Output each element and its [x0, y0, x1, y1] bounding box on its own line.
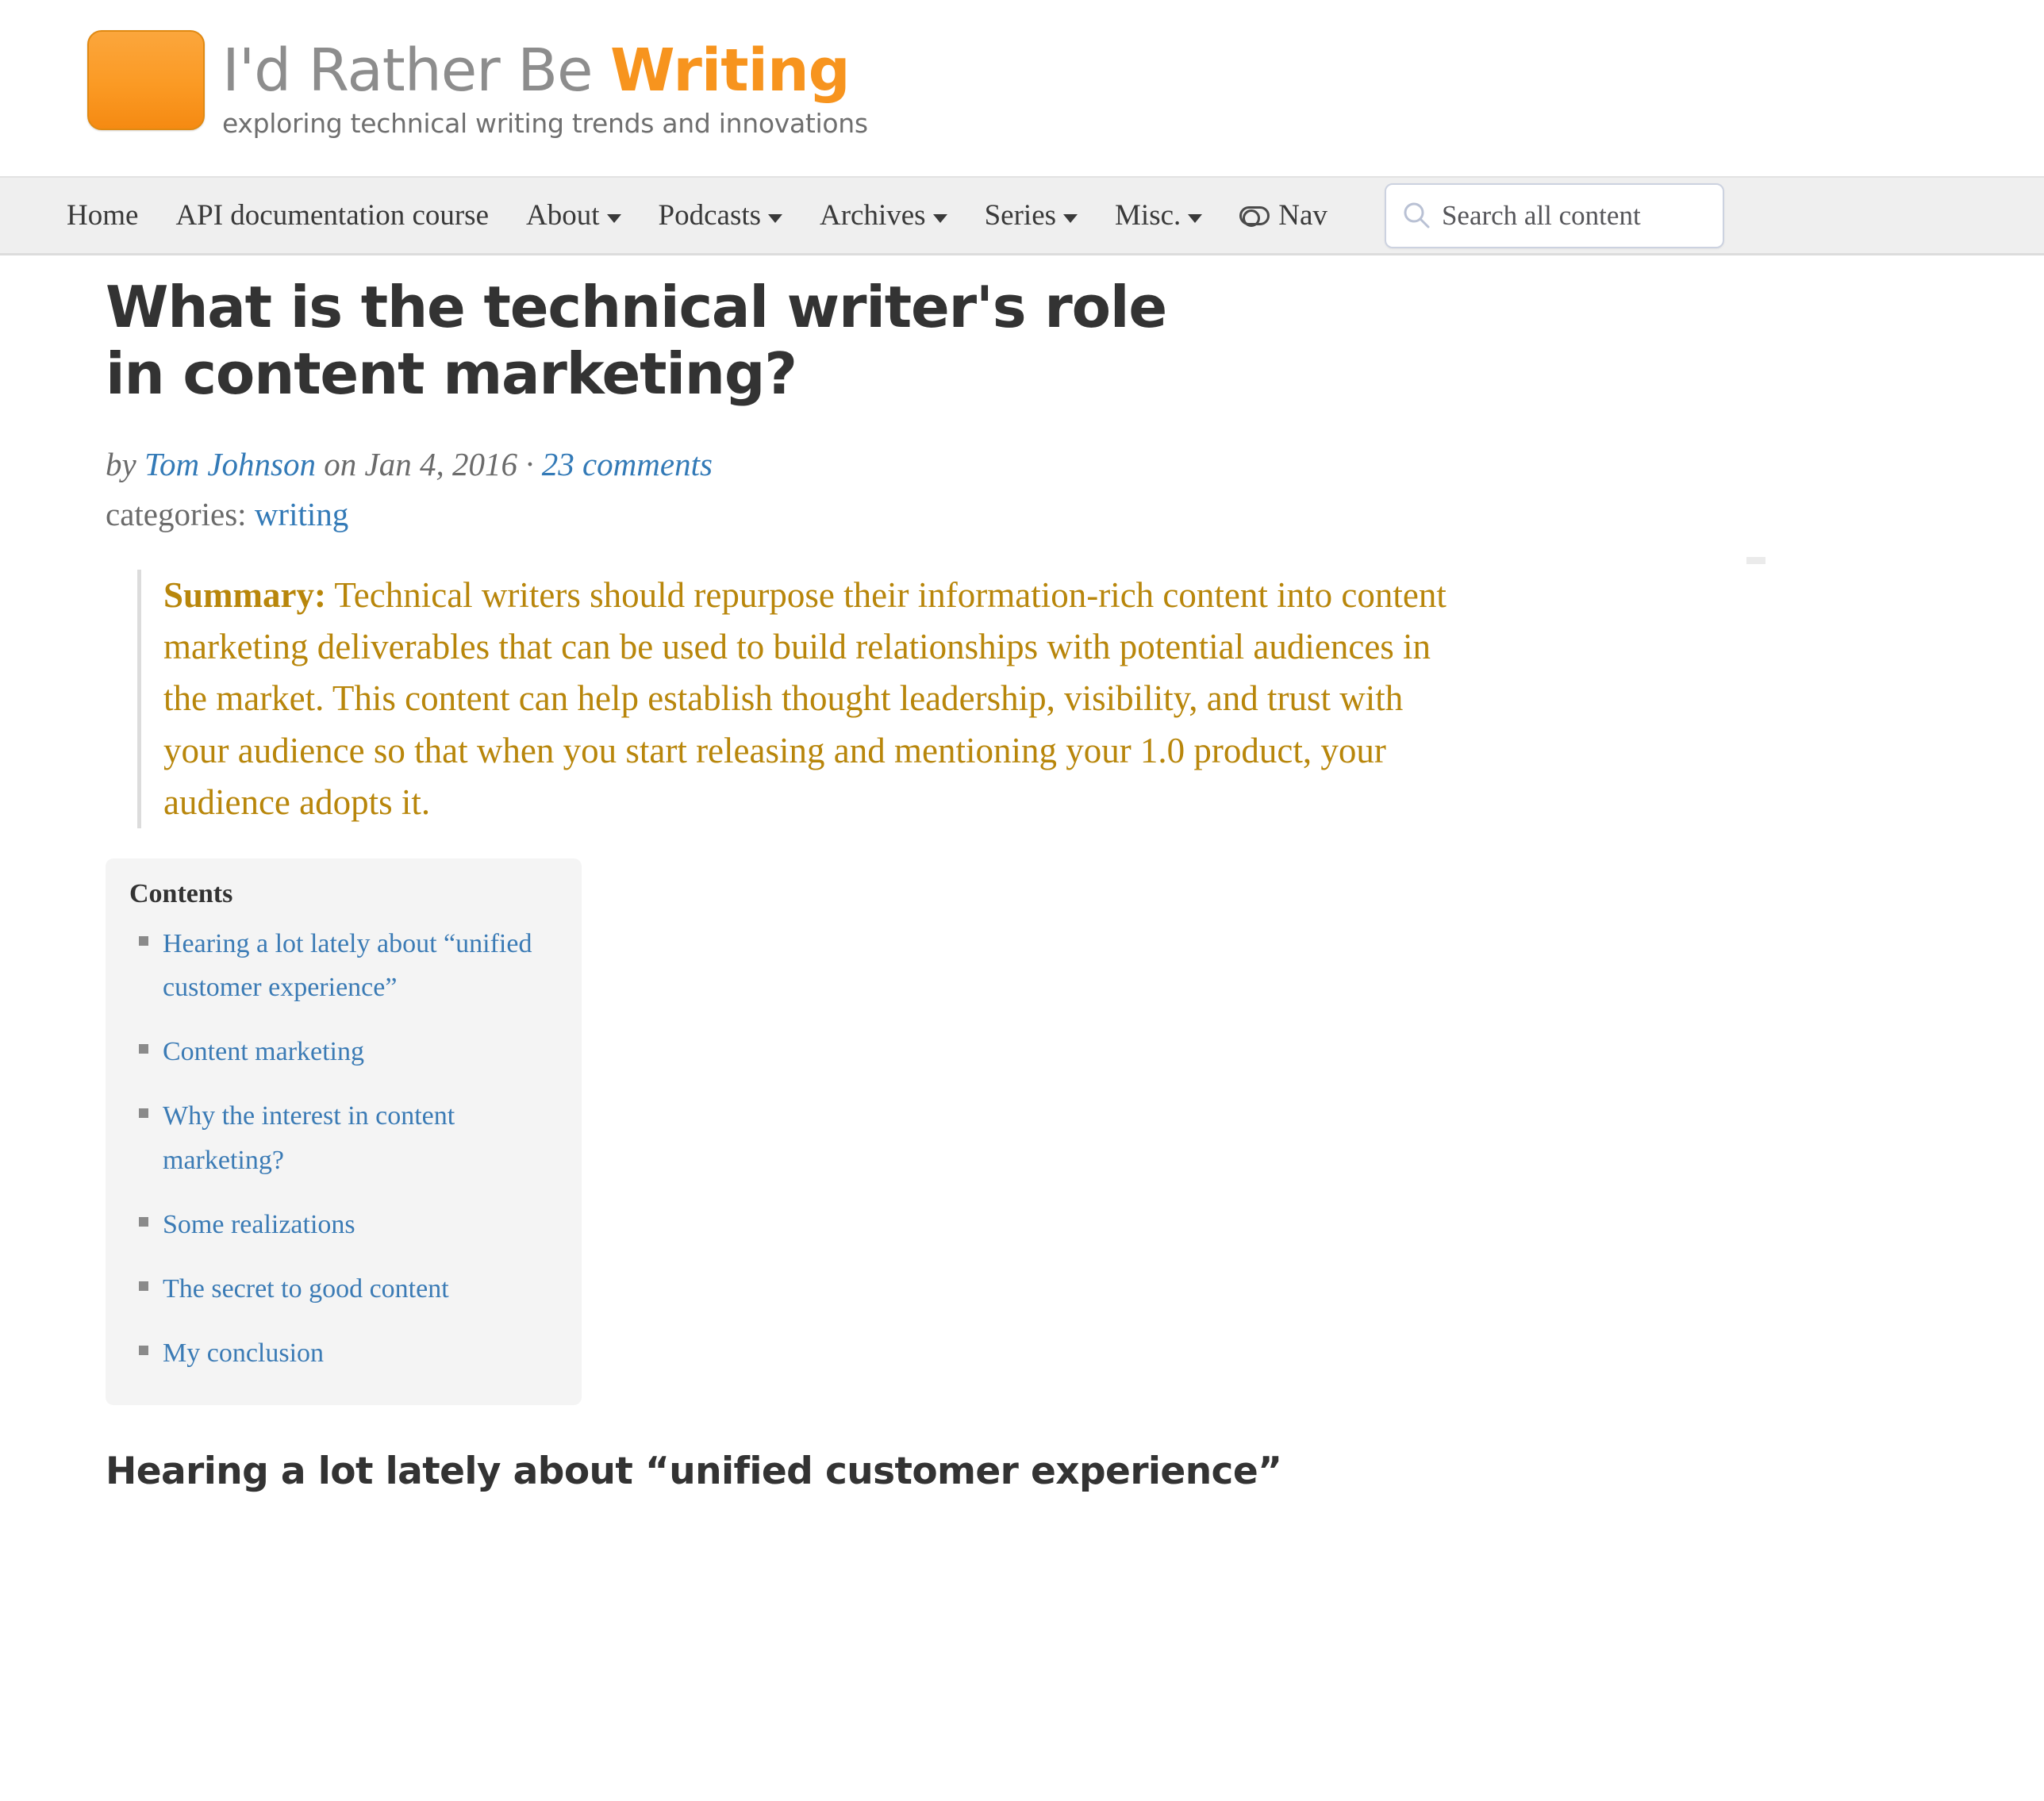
nav-item-about[interactable]: About: [526, 198, 621, 232]
toc-link[interactable]: Why the interest in content marketing?: [163, 1101, 455, 1174]
logo-mark-icon: [87, 30, 205, 130]
list-item: Some realizations: [129, 1203, 558, 1246]
chevron-down-icon: [768, 214, 783, 223]
list-item: Hearing a lot lately about “unified cust…: [129, 922, 558, 1009]
post-categories: categories: writing: [106, 493, 2044, 535]
search-input[interactable]: [1441, 199, 1708, 232]
bullet-icon: [139, 1044, 148, 1054]
nav-item-home[interactable]: Home: [67, 198, 138, 232]
list-item: Why the interest in content marketing?: [129, 1094, 558, 1181]
site-header: I'd Rather Be Writing exploring technica…: [0, 0, 2044, 176]
author-link[interactable]: Tom Johnson: [144, 446, 316, 482]
categories-label: categories:: [106, 495, 255, 532]
chevron-down-icon: [1063, 214, 1078, 223]
list-item: Content marketing: [129, 1030, 558, 1073]
sidebar-toggle-icon: [1239, 205, 1270, 227]
nav-toggle-label: Nav: [1278, 199, 1327, 232]
nav-item-label: API documentation course: [175, 199, 490, 232]
toc-link[interactable]: Hearing a lot lately about “unified cust…: [163, 929, 532, 1002]
search-box[interactable]: [1384, 182, 1724, 248]
toc-link[interactable]: Content marketing: [163, 1037, 364, 1066]
toc-link[interactable]: The secret to good content: [163, 1274, 449, 1304]
chevron-down-icon: [1188, 214, 1203, 223]
nav-item-label: Series: [984, 199, 1057, 232]
site-logo[interactable]: I'd Rather Be Writing exploring technica…: [87, 30, 868, 139]
sidebar-placeholder: [1746, 557, 1765, 564]
search-icon: [1404, 202, 1430, 228]
byline-prefix: by: [106, 446, 144, 483]
byline-date: on Jan 4, 2016 ·: [316, 446, 542, 483]
nav-item-label: Misc.: [1115, 199, 1181, 232]
list-item: The secret to good content: [129, 1267, 558, 1311]
bullet-icon: [139, 1216, 148, 1227]
nav-item-label: About: [526, 199, 600, 232]
summary-text: Summary: Technical writers should repurp…: [163, 570, 1470, 828]
summary-blockquote: Summary: Technical writers should repurp…: [137, 569, 1470, 829]
logo-title-orange: Writing: [610, 36, 851, 105]
logo-title-gray: I'd Rather Be: [222, 36, 611, 105]
nav-item-podcasts[interactable]: Podcasts: [659, 198, 783, 232]
nav-item-label: Archives: [820, 199, 926, 232]
bullet-icon: [139, 1345, 148, 1355]
main-navigation: Home API documentation course About Podc…: [0, 176, 2044, 255]
chevron-down-icon: [606, 214, 621, 223]
bullet-icon: [139, 936, 148, 947]
nav-item-api-documentation-course[interactable]: API documentation course: [175, 198, 489, 232]
page-title: What is the technical writer's role in c…: [106, 274, 1167, 407]
summary-body: Technical writers should repurpose their…: [163, 574, 1447, 822]
logo-tagline: exploring technical writing trends and i…: [222, 108, 868, 139]
nav-toggle-button[interactable]: Nav: [1239, 198, 1327, 232]
nav-item-label: Podcasts: [658, 199, 762, 232]
logo-title: I'd Rather Be Writing: [222, 41, 868, 100]
bullet-icon: [139, 1108, 148, 1119]
category-link-writing[interactable]: writing: [255, 496, 348, 532]
section-heading: Hearing a lot lately about “unified cust…: [106, 1449, 1282, 1493]
table-of-contents: Contents Hearing a lot lately about “uni…: [106, 858, 582, 1405]
post-byline: by Tom Johnson on Jan 4, 2016 · 23 comme…: [106, 444, 2044, 485]
bullet-icon: [139, 1281, 148, 1291]
summary-label: Summary:: [163, 574, 326, 615]
toc-heading: Contents: [129, 879, 233, 909]
toc-list: Hearing a lot lately about “unified cust…: [129, 922, 558, 1375]
chevron-down-icon: [932, 214, 947, 223]
nav-item-misc[interactable]: Misc.: [1115, 198, 1203, 232]
toc-link[interactable]: My conclusion: [163, 1338, 324, 1368]
comments-link[interactable]: 23 comments: [542, 446, 713, 482]
list-item: My conclusion: [129, 1331, 558, 1375]
article-main: What is the technical writer's role in c…: [0, 255, 2044, 1493]
nav-item-series[interactable]: Series: [985, 198, 1078, 232]
toc-link[interactable]: Some realizations: [163, 1210, 355, 1239]
nav-item-archives[interactable]: Archives: [820, 198, 947, 232]
logo-text: I'd Rather Be Writing exploring technica…: [222, 30, 868, 139]
nav-item-label: Home: [67, 199, 139, 232]
